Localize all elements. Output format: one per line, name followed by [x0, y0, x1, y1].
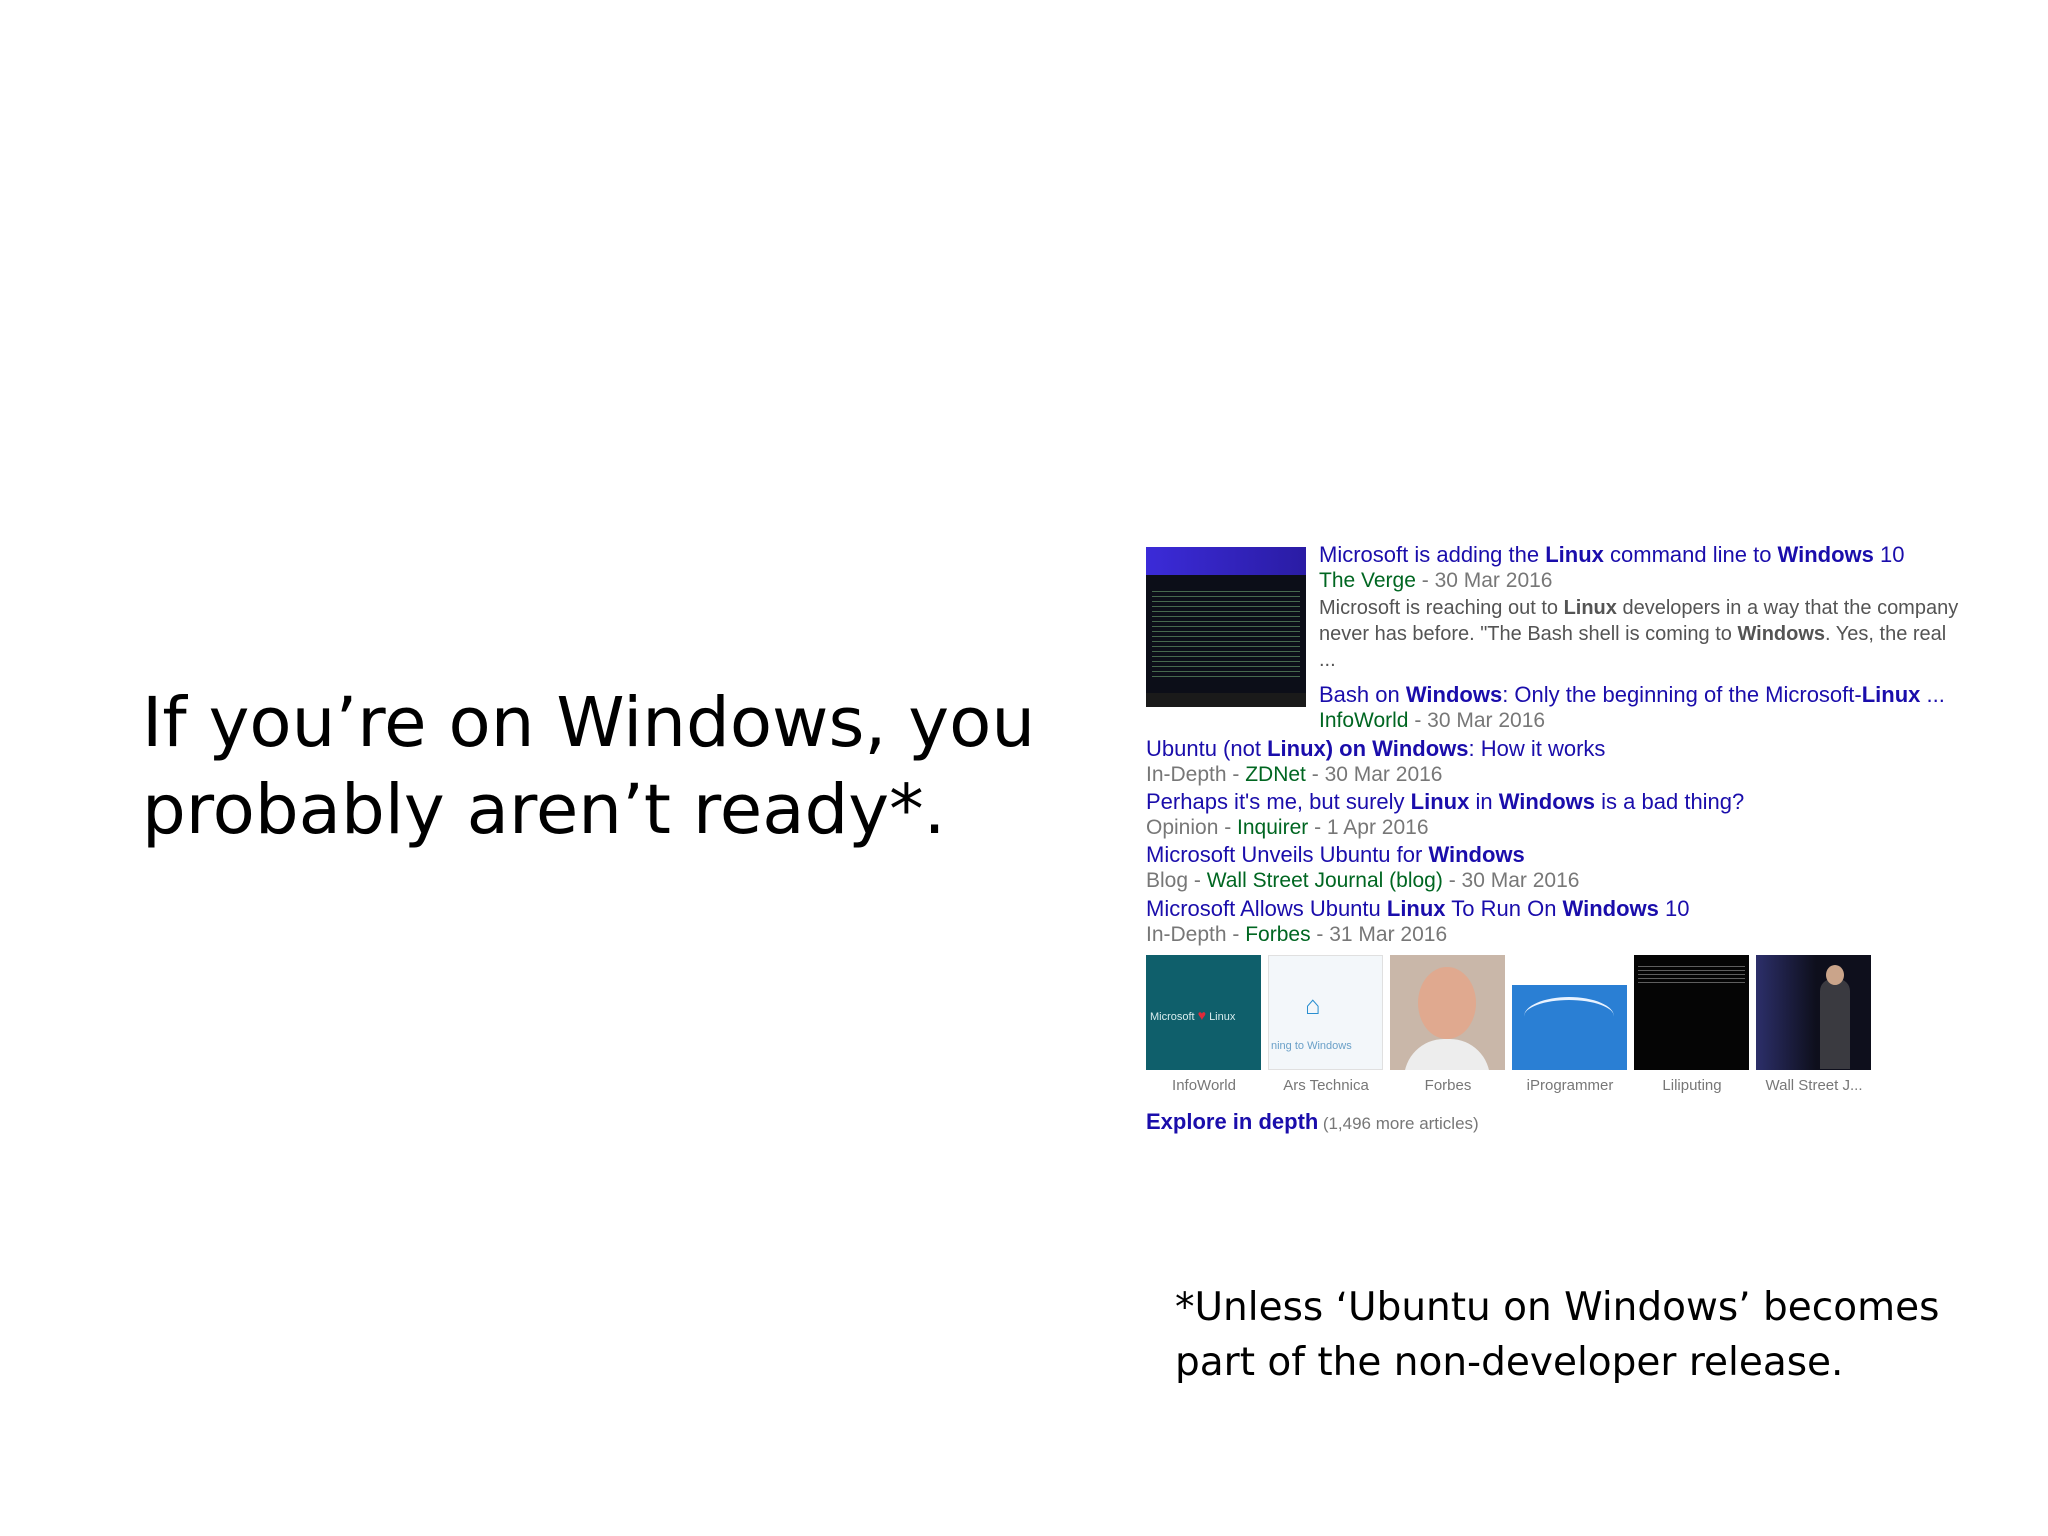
news-item: Perhaps it's me, but surely Linux in Win… — [1146, 788, 1956, 841]
news-item-headline[interactable]: Microsoft Unveils Ubuntu for Windows — [1146, 841, 1956, 868]
footnote-line: part of the non-developer release. — [1175, 1340, 1844, 1385]
stage-backdrop — [1756, 955, 1816, 1070]
thumbnail-header-band — [1512, 955, 1627, 985]
thumbnail-iprogrammer[interactable] — [1512, 955, 1627, 1070]
thumbnail-ars-technica[interactable]: ⌂ ning to Windows — [1268, 955, 1383, 1070]
portrait-body — [1404, 1039, 1490, 1070]
slide-title: If you’re on Windows, you probably aren’… — [142, 680, 1042, 854]
thumbnail-wall-street-journal[interactable] — [1756, 955, 1871, 1070]
news-item-meta: In-Depth - ZDNet - 30 Mar 2016 — [1146, 763, 1443, 786]
related-article-meta: InfoWorld - 30 Mar 2016 — [1319, 708, 1959, 734]
thumbnail-caption: Microsoft ♥ Linux — [1150, 1007, 1236, 1023]
thumbnail-label[interactable]: Forbes — [1388, 1077, 1508, 1094]
speaker-figure — [1820, 979, 1850, 1069]
footnote-line: *Unless ‘Ubuntu on Windows’ becomes — [1175, 1285, 1940, 1330]
lead-article: Microsoft is adding the Linux command li… — [1319, 541, 1959, 673]
news-item-headline[interactable]: Ubuntu (not Linux) on Windows: How it wo… — [1146, 735, 1956, 762]
thumbnail-label[interactable]: Ars Technica — [1266, 1077, 1386, 1094]
article-date: - 30 Mar 2016 — [1408, 709, 1546, 732]
terminal-output — [1638, 963, 1745, 985]
news-item-headline[interactable]: Microsoft Allows Ubuntu Linux To Run On … — [1146, 895, 1956, 922]
source-name: InfoWorld — [1319, 709, 1409, 732]
thumbnail-liliputing[interactable] — [1634, 955, 1749, 1070]
taskbar — [1146, 693, 1306, 707]
news-item: Microsoft Allows Ubuntu Linux To Run On … — [1146, 895, 1956, 948]
thumbnail-caption: ning to Windows — [1271, 1040, 1352, 1052]
speaker-head — [1826, 965, 1844, 985]
terminal-output — [1152, 587, 1300, 679]
thumbnail-label[interactable]: InfoWorld — [1144, 1077, 1264, 1094]
source-name: Inquirer — [1237, 816, 1309, 839]
terminal-titlebar — [1146, 547, 1306, 575]
news-item: Microsoft Unveils Ubuntu for Windows Blo… — [1146, 841, 1956, 894]
more-articles-count: (1,496 more articles) — [1322, 1114, 1479, 1133]
news-item-meta: Opinion - Inquirer - 1 Apr 2016 — [1146, 816, 1429, 839]
thumbnail-strip: Microsoft ♥ Linux InfoWorld ⌂ ning to Wi… — [1146, 955, 1886, 1105]
lead-article-headline[interactable]: Microsoft is adding the Linux command li… — [1319, 541, 1959, 568]
home-icon: ⌂ — [1305, 990, 1321, 1020]
news-results-panel: Microsoft is adding the Linux command li… — [1146, 541, 1959, 1141]
thumbnail-forbes[interactable] — [1390, 955, 1505, 1070]
related-article-headline[interactable]: Bash on Windows: Only the beginning of t… — [1319, 681, 1959, 708]
explore-in-depth: Explore in depth (1,496 more articles) — [1146, 1109, 1479, 1135]
portrait-face — [1418, 967, 1476, 1039]
source-name: ZDNet — [1245, 763, 1306, 786]
lead-article-snippet: Microsoft is reaching out to Linux devel… — [1319, 597, 1959, 671]
heart-icon: ♥ — [1197, 1007, 1206, 1023]
lead-article-meta: The Verge - 30 Mar 2016 — [1319, 568, 1959, 594]
news-item-meta: Blog - Wall Street Journal (blog) - 30 M… — [1146, 869, 1580, 892]
bridge-graphic — [1524, 997, 1614, 1036]
source-name: Wall Street Journal (blog) — [1206, 869, 1443, 892]
news-item-meta: In-Depth - Forbes - 31 Mar 2016 — [1146, 923, 1448, 946]
slide-title-line: If you’re on Windows, you — [142, 683, 1036, 763]
lead-article-thumbnail[interactable] — [1146, 547, 1306, 707]
thumbnail-label[interactable]: Wall Street J... — [1754, 1077, 1874, 1094]
thumbnail-label[interactable]: iProgrammer — [1510, 1077, 1630, 1094]
footnote: *Unless ‘Ubuntu on Windows’ becomes part… — [1175, 1280, 1995, 1390]
article-date: - 30 Mar 2016 — [1415, 569, 1553, 592]
source-name: The Verge — [1319, 569, 1416, 592]
thumbnail-infoworld[interactable]: Microsoft ♥ Linux — [1146, 955, 1261, 1070]
thumbnail-label[interactable]: Liliputing — [1632, 1077, 1752, 1094]
source-name: Forbes — [1245, 923, 1311, 946]
related-article: Bash on Windows: Only the beginning of t… — [1319, 681, 1959, 734]
news-item-headline[interactable]: Perhaps it's me, but surely Linux in Win… — [1146, 788, 1956, 815]
explore-in-depth-link[interactable]: Explore in depth — [1146, 1109, 1318, 1134]
news-item: Ubuntu (not Linux) on Windows: How it wo… — [1146, 735, 1956, 788]
slide-title-line: probably aren’t ready*. — [142, 770, 946, 850]
